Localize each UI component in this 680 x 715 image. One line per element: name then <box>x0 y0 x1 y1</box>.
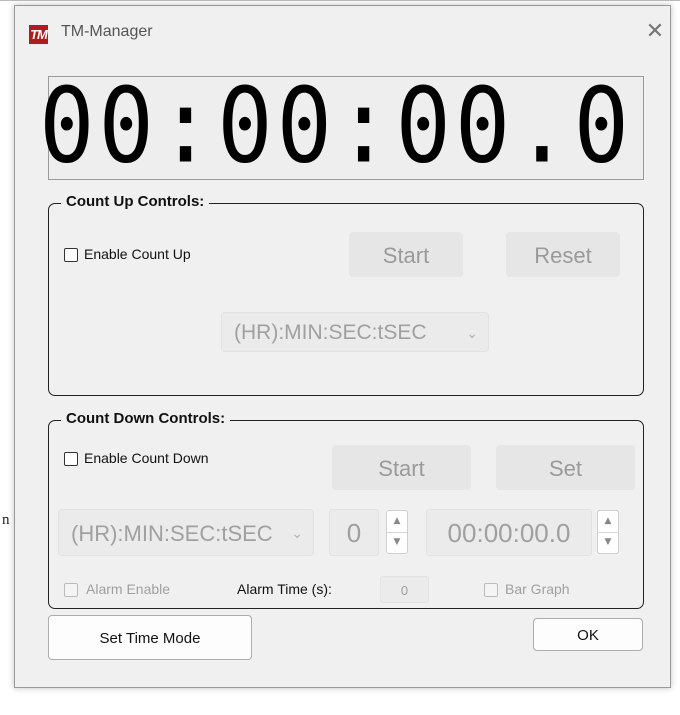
enable-count-down-label: Enable Count Down <box>84 450 209 466</box>
count-down-number-spinner[interactable]: ▲ ▼ <box>386 510 408 554</box>
bar-graph-checkbox[interactable] <box>484 583 498 597</box>
count-down-number-field[interactable]: 0 <box>329 509 379 556</box>
time-display: 00:00:00.0 <box>39 70 644 182</box>
background-text: n <box>2 512 10 528</box>
count-up-start-button[interactable]: Start <box>349 232 463 277</box>
count-down-set-button[interactable]: Set <box>496 445 635 490</box>
count-down-start-button[interactable]: Start <box>332 445 471 490</box>
count-up-format-value: (HR):MIN:SEC:tSEC <box>234 321 427 344</box>
close-icon: ✕ <box>645 19 665 44</box>
spin-down-icon[interactable]: ▼ <box>598 532 618 553</box>
set-time-mode-button[interactable]: Set Time Mode <box>48 615 252 660</box>
chevron-down-icon: ⌄ <box>291 525 303 541</box>
background-divider <box>0 0 680 1</box>
spin-down-icon[interactable]: ▼ <box>387 532 407 553</box>
close-button[interactable]: ✕ <box>643 20 667 44</box>
alarm-time-field[interactable]: 0 <box>380 576 429 603</box>
tm-manager-dialog: TM TM-Manager ✕ 00:00:00.0 Count Up Cont… <box>14 5 671 688</box>
app-logo-icon: TM <box>29 25 48 44</box>
count-up-format-select[interactable]: (HR):MIN:SEC:tSEC ⌄ <box>221 312 489 352</box>
count-down-group: Count Down Controls: Enable Count Down S… <box>48 410 644 609</box>
chevron-down-icon: ⌄ <box>466 325 478 341</box>
count-down-title: Count Down Controls: <box>61 410 231 427</box>
spin-up-icon[interactable]: ▲ <box>387 511 407 533</box>
title-bar[interactable]: TM TM-Manager ✕ <box>15 6 670 54</box>
count-down-format-value: (HR):MIN:SEC:tSEC <box>71 521 273 546</box>
spin-up-icon[interactable]: ▲ <box>598 511 618 533</box>
count-down-format-select[interactable]: (HR):MIN:SEC:tSEC ⌄ <box>58 509 314 556</box>
window-title: TM-Manager <box>61 23 153 40</box>
alarm-time-label: Alarm Time (s): <box>237 581 332 597</box>
count-up-group: Count Up Controls: Enable Count Up Start… <box>48 193 644 396</box>
enable-count-up-checkbox[interactable] <box>64 248 78 262</box>
alarm-enable-checkbox[interactable] <box>64 583 78 597</box>
enable-count-down-checkbox[interactable] <box>64 452 78 466</box>
enable-count-up-label: Enable Count Up <box>84 246 191 262</box>
count-up-title: Count Up Controls: <box>61 193 210 210</box>
ok-button[interactable]: OK <box>533 618 643 651</box>
time-display-value: 00:00:00.0 <box>39 66 633 187</box>
count-down-time-spinner[interactable]: ▲ ▼ <box>597 510 619 554</box>
alarm-enable-label: Alarm Enable <box>86 581 171 597</box>
count-up-reset-button[interactable]: Reset <box>506 232 620 277</box>
count-down-time-field[interactable]: 00:00:00.0 <box>426 509 592 556</box>
bar-graph-label: Bar Graph <box>505 581 570 597</box>
